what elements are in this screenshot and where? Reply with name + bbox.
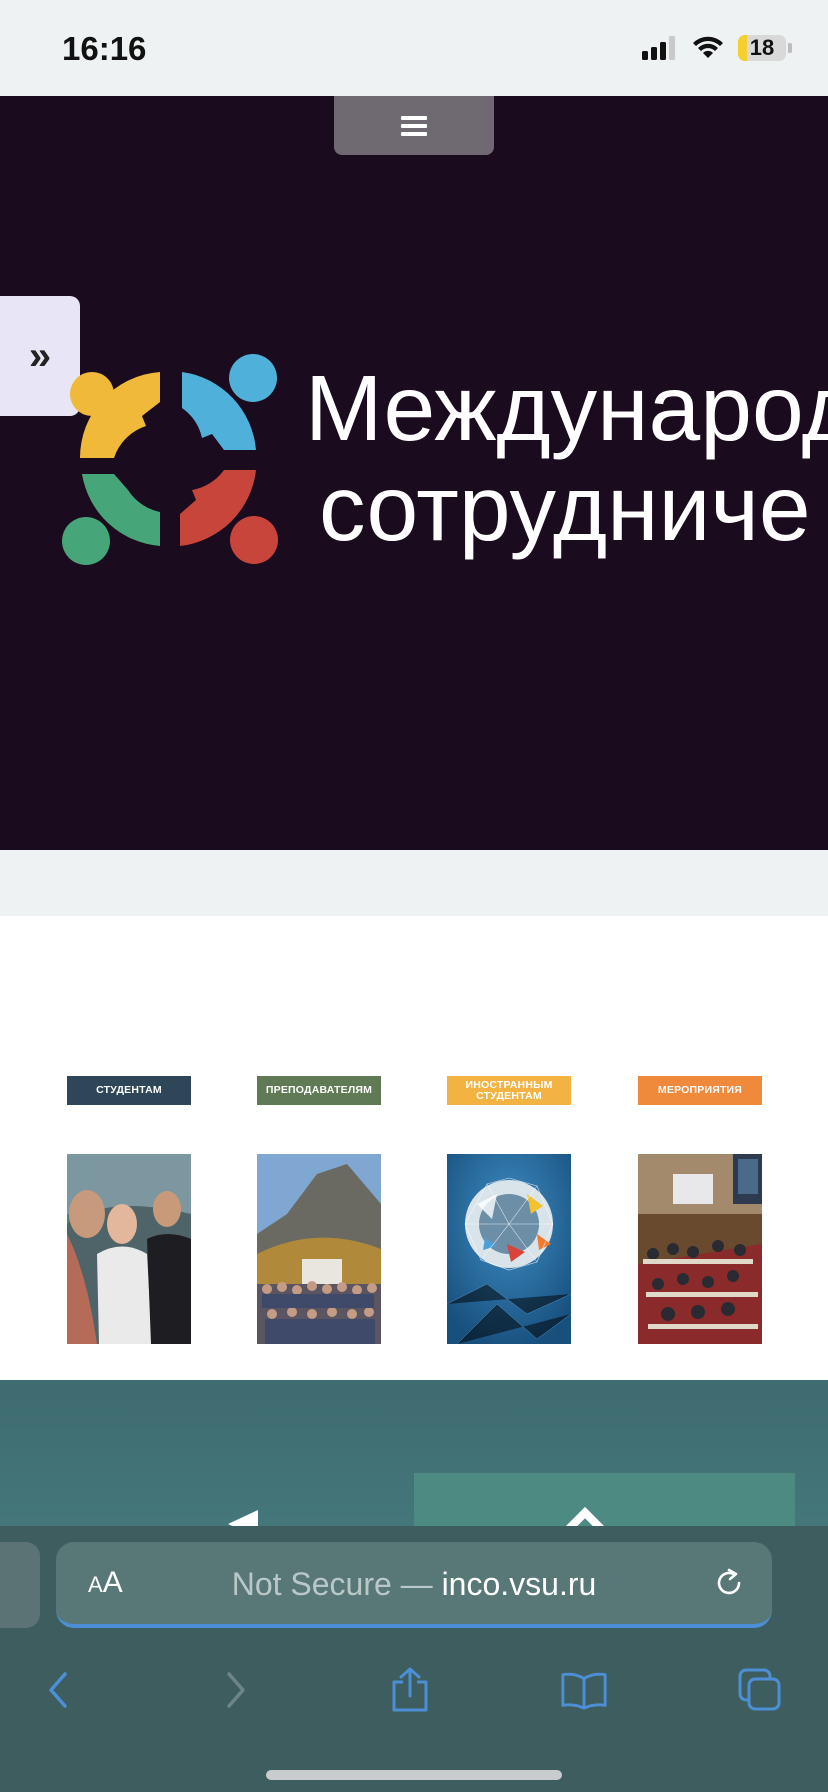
conference-hall-photo[interactable] <box>638 1154 762 1344</box>
share-button[interactable] <box>386 1666 434 1714</box>
bookmarks-icon <box>561 1672 607 1710</box>
browser-chrome: AA Not Secure — inco.vsu.ru <box>0 1526 828 1792</box>
wifi-icon <box>693 36 723 58</box>
forward-icon <box>227 1672 245 1708</box>
battery-cap <box>788 43 792 53</box>
back-button[interactable] <box>34 1666 82 1714</box>
footer-highlight-box <box>414 1473 795 1526</box>
share-icon <box>392 1667 428 1712</box>
arrow-left-icon[interactable] <box>228 1510 258 1526</box>
group-mountain-photo[interactable] <box>257 1154 381 1344</box>
previous-tab-edge[interactable] <box>0 1542 40 1628</box>
hamburger-menu-icon <box>401 112 427 140</box>
card-events-label[interactable]: МЕРОПРИЯТИЯ <box>638 1076 762 1105</box>
browser-toolbar <box>0 1656 828 1726</box>
bookmarks-button[interactable] <box>560 1666 608 1714</box>
cooperation-logo <box>62 354 278 565</box>
back-icon <box>49 1672 67 1708</box>
status-icons: 18 <box>642 33 792 63</box>
url-domain: inco.vsu.ru <box>441 1566 597 1602</box>
section-divider <box>0 850 828 916</box>
forward-button[interactable] <box>212 1666 260 1714</box>
students-selfie-photo[interactable] <box>67 1154 191 1344</box>
status-time: 16:16 <box>62 30 147 67</box>
battery-indicator: 18 <box>738 35 786 61</box>
footer-teal-section <box>0 1380 828 1526</box>
site-title-line-2: сотрудниче <box>319 456 811 560</box>
audience-cards: СТУДЕНТАМ ПРЕПОДАВАТЕЛЯМ ИНОСТРАННЫМ СТУ… <box>0 916 828 1380</box>
url-display[interactable]: Not Secure — inco.vsu.ru <box>56 1566 772 1603</box>
status-bar: 16:16 18 <box>0 0 828 96</box>
site-title-line-1: Международ <box>305 356 828 460</box>
hero-banner: » Международ сотрудниче <box>0 96 828 850</box>
card-students-label[interactable]: СТУДЕНТАМ <box>67 1076 191 1105</box>
reload-icon[interactable] <box>712 1566 746 1600</box>
menu-button[interactable] <box>334 96 494 155</box>
card-foreign-students-label[interactable]: ИНОСТРАННЫМ СТУДЕНТАМ <box>447 1076 571 1105</box>
not-secure-label: Not Secure — <box>231 1566 442 1602</box>
tabs-button[interactable] <box>736 1666 784 1714</box>
home-indicator[interactable] <box>266 1770 562 1780</box>
battery-level: 18 <box>749 35 775 60</box>
globe-network-photo[interactable] <box>447 1154 571 1344</box>
site-title: Международ сотрудниче <box>305 358 828 558</box>
tabs-icon <box>738 1668 781 1711</box>
address-bar[interactable]: AA Not Secure — inco.vsu.ru <box>56 1542 772 1628</box>
signal-bars-icon <box>642 36 675 60</box>
card-teachers-label[interactable]: ПРЕПОДАВАТЕЛЯМ <box>257 1076 381 1105</box>
